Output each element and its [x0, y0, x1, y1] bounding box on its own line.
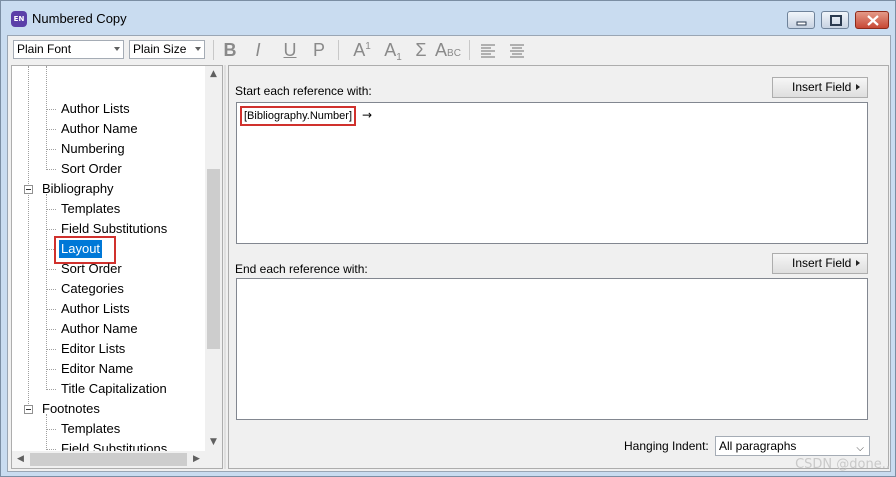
- tree-guide-line: [46, 66, 47, 170]
- plain-button[interactable]: P: [310, 39, 328, 61]
- superscript-button[interactable]: A1: [349, 39, 375, 61]
- end-reference-editor[interactable]: [236, 278, 868, 420]
- tree-item-bibliography-author-lists[interactable]: Author Lists: [59, 300, 132, 318]
- hanging-indent-select[interactable]: All paragraphs ⌵: [715, 436, 870, 456]
- align-left-button[interactable]: [478, 39, 498, 61]
- close-icon: [867, 15, 879, 26]
- scroll-left-icon[interactable]: ◀: [12, 451, 29, 468]
- tree-item-sort-order[interactable]: Sort Order: [59, 160, 124, 178]
- subscript-base: A: [384, 40, 397, 60]
- scroll-right-icon[interactable]: ▶: [188, 451, 205, 468]
- tree-horizontal-scrollbar[interactable]: ◀ ▶: [12, 451, 205, 468]
- close-button[interactable]: [855, 11, 889, 29]
- scroll-down-icon[interactable]: ▼: [205, 434, 222, 451]
- tree-item-bibliography[interactable]: Bibliography: [40, 180, 116, 198]
- subscript-mark: 1: [396, 52, 402, 63]
- toolbar-divider: [338, 40, 339, 60]
- tree-item-numbering[interactable]: Numbering: [59, 140, 127, 158]
- watermark: CSDN @done..: [795, 457, 890, 472]
- start-reference-label: Start each reference with:: [235, 84, 372, 98]
- scroll-up-icon[interactable]: ▲: [205, 66, 222, 83]
- scrollbar-corner: [205, 451, 222, 468]
- title-bar[interactable]: EN Numbered Copy: [1, 1, 895, 35]
- font-select-value: Plain Font: [17, 42, 72, 56]
- small-caps-button[interactable]: ABC: [434, 39, 462, 61]
- superscript-base: A: [353, 40, 366, 60]
- tab-arrow-icon: →: [362, 108, 373, 122]
- align-left-icon: [481, 44, 495, 58]
- end-insert-field-label: Insert Field: [792, 256, 852, 270]
- horizontal-scroll-thumb[interactable]: [30, 453, 187, 466]
- size-select[interactable]: Plain Size: [129, 40, 205, 59]
- start-reference-editor[interactable]: [Bibliography.Number] →: [236, 102, 868, 244]
- panel-splitter[interactable]: [224, 65, 226, 469]
- toolbar-divider: [469, 40, 470, 60]
- style-sections-tree[interactable]: Author Lists Author Name Numbering Sort …: [11, 65, 223, 469]
- vertical-scroll-thumb[interactable]: [207, 169, 220, 349]
- bold-button[interactable]: B: [220, 39, 240, 61]
- tree-item-author-name[interactable]: Author Name: [59, 120, 140, 138]
- endnote-app-icon: EN: [11, 11, 27, 27]
- collapse-footnotes-icon[interactable]: [24, 405, 33, 414]
- symbol-button[interactable]: Σ: [411, 39, 431, 61]
- size-select-value: Plain Size: [133, 42, 187, 56]
- align-center-icon: [510, 44, 524, 58]
- hanging-indent-value: All paragraphs: [719, 439, 797, 453]
- end-reference-label: End each reference with:: [235, 262, 368, 276]
- collapse-bibliography-icon[interactable]: [24, 185, 33, 194]
- toolbar-divider: [213, 40, 214, 60]
- maximize-icon: [830, 15, 842, 26]
- tree-item-bibliography-sort-order[interactable]: Sort Order: [59, 260, 124, 278]
- subscript-button[interactable]: A1: [380, 39, 406, 63]
- superscript-mark: 1: [365, 41, 371, 52]
- align-center-button[interactable]: [507, 39, 527, 61]
- tree-item-footnotes[interactable]: Footnotes: [40, 400, 102, 418]
- chevron-down-icon: [195, 47, 201, 51]
- bibliography-number-field[interactable]: [Bibliography.Number]: [240, 106, 357, 126]
- tree-guide-line: [28, 186, 29, 408]
- tree-item-editor-lists[interactable]: Editor Lists: [59, 340, 127, 358]
- chevron-right-icon: [856, 84, 860, 90]
- tree-item-footnotes-templates[interactable]: Templates: [59, 420, 122, 438]
- end-insert-field-button[interactable]: Insert Field: [772, 253, 868, 274]
- minimize-button[interactable]: [787, 11, 815, 29]
- window-title: Numbered Copy: [32, 11, 127, 26]
- tree-item-categories[interactable]: Categories: [59, 280, 126, 298]
- start-insert-field-button[interactable]: Insert Field: [772, 77, 868, 98]
- minimize-icon: [796, 21, 807, 26]
- start-insert-field-label: Insert Field: [792, 80, 852, 94]
- italic-button[interactable]: I: [249, 39, 267, 61]
- tree-guide-line: [28, 66, 29, 186]
- tree-item-bibliography-author-name[interactable]: Author Name: [59, 320, 140, 338]
- tree-item-editor-name[interactable]: Editor Name: [59, 360, 135, 378]
- numbered-copy-window: EN Numbered Copy Plain Font Plain Size B…: [0, 0, 896, 477]
- font-select[interactable]: Plain Font: [13, 40, 124, 59]
- maximize-button[interactable]: [821, 11, 849, 29]
- small-caps-a: A: [435, 40, 448, 60]
- underline-button[interactable]: U: [280, 39, 300, 61]
- tree-vertical-scrollbar[interactable]: ▲ ▼: [205, 66, 222, 451]
- style-editor-client: Plain Font Plain Size B I U P A1 A1 Σ AB…: [7, 35, 891, 472]
- hanging-indent-label: Hanging Indent:: [624, 439, 709, 453]
- chevron-down-icon: [114, 47, 120, 51]
- tree-item-title-capitalization[interactable]: Title Capitalization: [59, 380, 169, 398]
- chevron-down-icon: ⌵: [856, 443, 864, 454]
- small-caps-rest: BC: [447, 48, 461, 59]
- layout-panel: Start each reference with: Insert Field …: [228, 65, 889, 469]
- format-toolbar: Plain Font Plain Size B I U P A1 A1 Σ AB…: [8, 36, 890, 64]
- chevron-right-icon: [856, 260, 860, 266]
- tree-guide-line: [46, 194, 47, 390]
- tree-item-author-lists[interactable]: Author Lists: [59, 100, 132, 118]
- tree-item-bibliography-templates[interactable]: Templates: [59, 200, 122, 218]
